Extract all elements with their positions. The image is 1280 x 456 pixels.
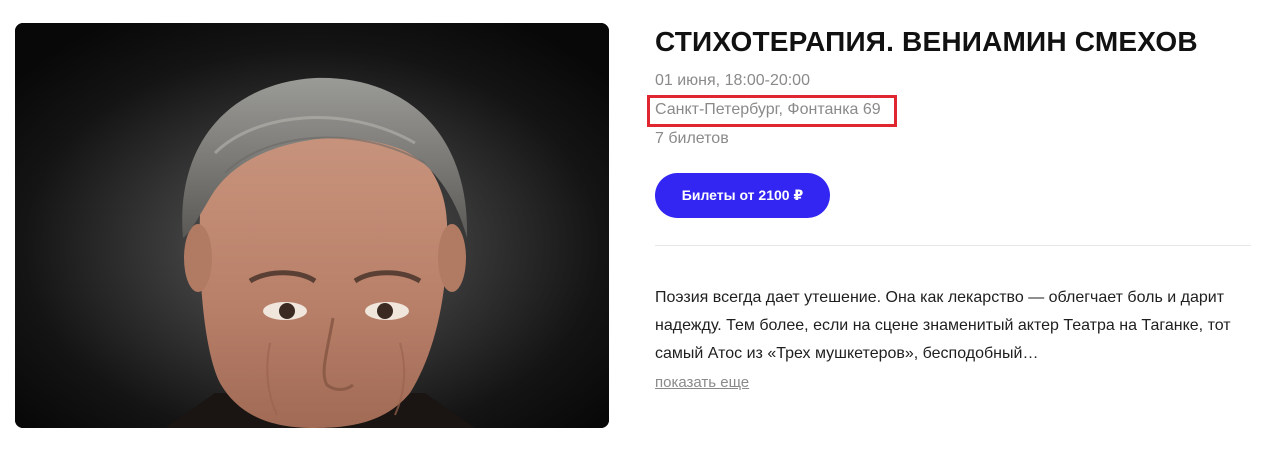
event-date: 01 июня, 18:00-20:00	[655, 72, 810, 89]
event-description: Поэзия всегда дает утешение. Она как лек…	[655, 289, 1231, 362]
portrait-photo	[15, 23, 609, 428]
event-photo	[15, 23, 609, 428]
event-venue: Санкт-Петербург, Фонтанка 69	[655, 101, 881, 118]
event-card: СТИХОТЕРАПИЯ. ВЕНИАМИН СМЕХОВ 01 июня, 1…	[0, 0, 1280, 456]
tickets-count: 7 билетов	[655, 130, 729, 147]
event-title: СТИХОТЕРАПИЯ. ВЕНИАМИН СМЕХОВ	[655, 26, 1198, 57]
divider	[655, 245, 1251, 246]
show-more-link[interactable]: показать еще	[655, 374, 749, 391]
buy-tickets-button[interactable]: Билеты от 2100 ₽	[655, 173, 830, 218]
